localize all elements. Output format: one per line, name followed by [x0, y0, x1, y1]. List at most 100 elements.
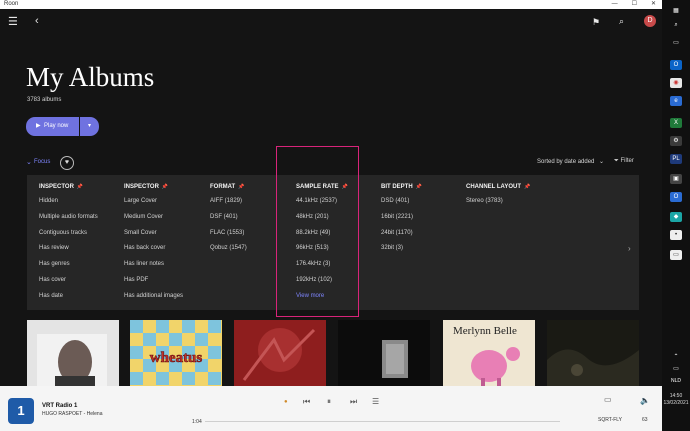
play-options-button[interactable]: ▾ [80, 117, 99, 136]
focus-toggle[interactable]: Focus [34, 159, 50, 165]
app-icon-3[interactable]: ▭ [670, 250, 682, 260]
focus-filter-item[interactable]: DSD (401) [381, 198, 422, 214]
bookmark-icon[interactable]: ⚑ [592, 17, 600, 28]
now-playing-artist[interactable]: HUGO RASPOET - Helena [42, 411, 102, 417]
play-now-button[interactable]: ▶ Play now [26, 117, 79, 136]
pl-app-icon[interactable]: PL [670, 154, 682, 164]
zone-icon[interactable]: ▭ [604, 395, 612, 404]
pin-icon[interactable]: 📌 [524, 184, 530, 190]
chevron-down-icon: ▾ [87, 123, 91, 129]
sort-dropdown[interactable]: Sorted by date added [537, 159, 594, 165]
search-icon[interactable]: ⌕ [619, 16, 624, 27]
pin-icon[interactable]: 📌 [77, 184, 83, 190]
app-icon-1[interactable]: ▣ [670, 174, 682, 184]
album-art-4 [338, 320, 430, 386]
filter-icon: ⏷ [614, 158, 619, 164]
focus-filter-item[interactable]: Has genres [39, 261, 98, 277]
focus-filter-item[interactable]: Contiguous tracks [39, 230, 98, 246]
network-icon[interactable]: ▭ [670, 364, 682, 374]
zone-name[interactable]: SQRT-FLY [598, 417, 622, 423]
focus-column-title: INSPECTOR [39, 184, 74, 190]
focus-column-2: INSPECTOR 📌 Large Cover Medium Cover Small C… [124, 184, 183, 309]
heart-icon: ♥ [64, 159, 70, 166]
maximize-button[interactable]: ☐ [632, 0, 637, 9]
focus-filter-item[interactable]: DSF (401) [210, 214, 247, 230]
close-window-button[interactable]: ✕ [651, 0, 656, 9]
edge-icon[interactable]: e [670, 96, 682, 106]
menu-icon[interactable]: ☰ [8, 17, 18, 28]
favorite-heart-button[interactable]: ♥ [60, 156, 74, 170]
focus-column-5: BIT DEPTH 📌 DSD (401) 16bit (2221) 24bit (11… [381, 184, 422, 261]
pin-icon[interactable]: 📌 [162, 184, 168, 190]
focus-filter-item[interactable]: Medium Cover [124, 214, 183, 230]
filter-button[interactable]: ⏷ Filter [614, 158, 634, 165]
focus-filter-item[interactable]: 32bit (3) [381, 245, 422, 261]
focus-column-header: INSPECTOR 📌 [39, 184, 98, 198]
focus-filter-item[interactable]: Has review [39, 245, 98, 261]
excel-icon[interactable]: X [670, 118, 682, 128]
volume-icon[interactable]: 🔈 [640, 396, 650, 405]
focus-filter-item[interactable]: Has cover [39, 277, 98, 293]
back-icon[interactable]: ‹ [35, 16, 39, 27]
focus-column-1: INSPECTOR 📌 Hidden Multiple audio formats Co… [39, 184, 98, 309]
radio-indicator-icon: ● [284, 399, 288, 405]
pause-icon[interactable]: ⏸ [327, 397, 331, 407]
focus-filter-item[interactable]: Small Cover [124, 230, 183, 246]
pin-icon[interactable]: 📌 [416, 184, 422, 190]
tray-chevron-icon[interactable]: ⌃ [670, 352, 682, 362]
chrome-icon[interactable]: ◉ [670, 78, 682, 88]
focus-filter-item[interactable]: 16bit (2221) [381, 214, 422, 230]
album-thumb-5[interactable]: Merlynn Belle [443, 320, 535, 386]
previous-icon[interactable]: ⏮ [303, 397, 310, 407]
focus-filter-item[interactable]: Has liner notes [124, 261, 183, 277]
focus-filter-item[interactable]: Large Cover [124, 198, 183, 214]
volume-level[interactable]: 63 [642, 417, 648, 423]
page-title: My Albums [26, 62, 155, 92]
chevron-right-icon[interactable]: › [628, 244, 631, 253]
focus-filter-item[interactable]: Qobuz (1547) [210, 245, 247, 261]
language-indicator[interactable]: NLD [670, 376, 682, 386]
taskbar-search-icon[interactable]: ⌕ [670, 20, 682, 30]
outlook-2-icon[interactable]: O [670, 192, 682, 202]
focus-filter-item[interactable]: AIFF (1829) [210, 198, 247, 214]
album-thumb-2[interactable]: wheatus [130, 320, 222, 386]
focus-filter-item[interactable]: Has additional images [124, 293, 183, 309]
now-playing-art[interactable]: 1 [8, 398, 34, 424]
album-5-title-art: Merlynn Belle [453, 325, 517, 337]
focus-filter-item[interactable]: Has back cover [124, 245, 183, 261]
queue-icon[interactable]: ☰ [372, 397, 379, 406]
roon-icon[interactable]: • [670, 230, 682, 240]
focus-filter-item[interactable]: Has date [39, 293, 98, 309]
window-titlebar: Roon — ☐ ✕ [0, 0, 662, 9]
sort-chevron-icon[interactable]: ⌄ [599, 158, 604, 165]
minimize-button[interactable]: — [612, 0, 618, 9]
album-thumb-1[interactable] [27, 320, 119, 386]
focus-filter-item[interactable]: Has PDF [124, 277, 183, 293]
focus-column-header: BIT DEPTH 📌 [381, 184, 422, 198]
next-icon[interactable]: ⏭ [350, 397, 357, 407]
play-now-label: Play now [44, 123, 69, 129]
focus-filter-item[interactable]: Hidden [39, 198, 98, 214]
album-thumb-6[interactable] [547, 320, 639, 386]
settings-icon[interactable]: ⚙ [670, 136, 682, 146]
profile-avatar[interactable]: D [644, 15, 656, 27]
progress-bar[interactable] [205, 421, 560, 422]
app-icon-2[interactable]: ◆ [670, 212, 682, 222]
focus-column-title: FORMAT [210, 184, 236, 190]
focus-filter-item[interactable]: FLAC (1553) [210, 230, 247, 246]
album-thumb-4[interactable] [338, 320, 430, 386]
task-view-icon[interactable]: ▭ [670, 38, 682, 48]
focus-filter-item[interactable]: Multiple audio formats [39, 214, 98, 230]
sample-rate-highlight [276, 146, 359, 317]
focus-chevron-icon[interactable]: ⌄ [26, 158, 32, 166]
taskbar-clock[interactable]: 14:50 13/02/2021 [662, 393, 690, 407]
windows-taskbar: ▦ ⌕ ▭ O ◉ e X ⚙ PL ▣ O ◆ • ▭ ⌃ ▭ NLD [662, 0, 690, 431]
start-icon[interactable]: ▦ [670, 6, 682, 16]
album-thumb-3[interactable] [234, 320, 326, 386]
focus-filter-item[interactable]: 24bit (1170) [381, 230, 422, 246]
outlook-icon[interactable]: O [670, 60, 682, 70]
album-art-5: Merlynn Belle [443, 320, 535, 386]
pin-icon[interactable]: 📌 [238, 184, 244, 190]
now-playing-title[interactable]: VRT Radio 1 [42, 403, 77, 409]
focus-filter-item[interactable]: Stereo (3783) [466, 198, 530, 214]
